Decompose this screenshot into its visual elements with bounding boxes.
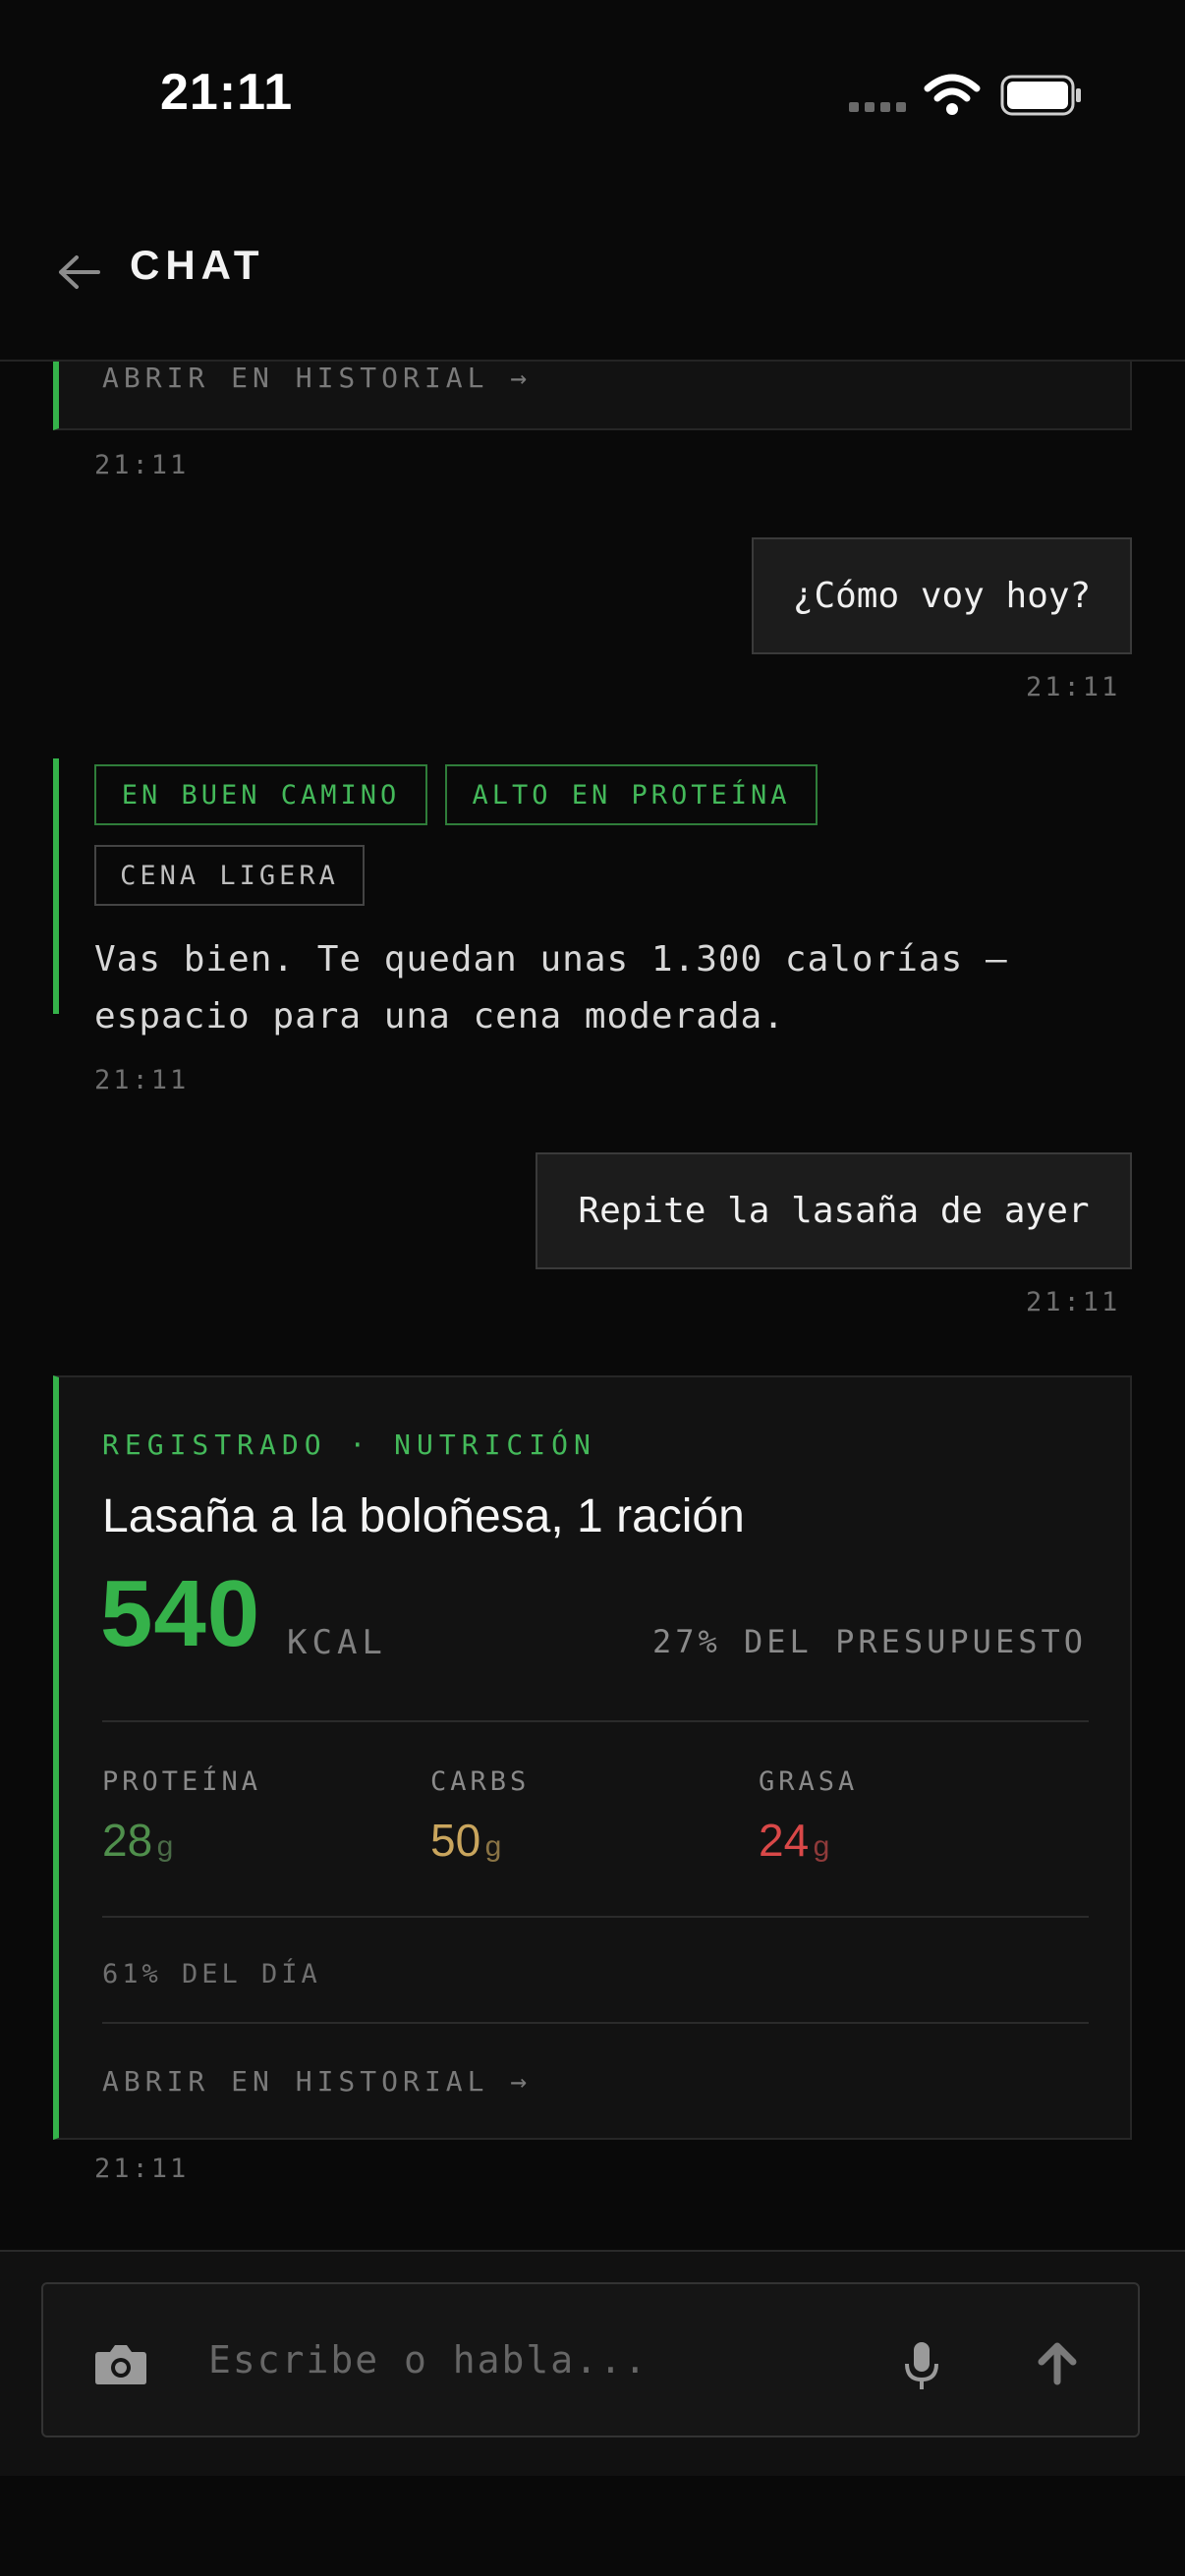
- divider: [102, 1720, 1089, 1722]
- message-time: 21:11: [1026, 672, 1121, 702]
- status-time: 21:11: [160, 64, 294, 121]
- signal-dots-icon: [849, 102, 906, 112]
- card-kicker: REGISTRADO · NUTRICIÓN: [102, 1428, 596, 1461]
- open-history-link[interactable]: ABRIR EN HISTORIAL →: [102, 2065, 532, 2098]
- macro-label-protein: PROTEÍNA: [102, 1766, 262, 1797]
- message-input[interactable]: Escribe o habla...: [208, 2338, 649, 2381]
- macro-value-protein: 28 g: [102, 1815, 174, 1866]
- battery-icon: [1000, 75, 1081, 116]
- message-time: 21:11: [94, 450, 190, 480]
- food-name: Lasaña a la boloñesa, 1 ración: [102, 1490, 745, 1542]
- macro-label-carbs: CARBS: [430, 1766, 531, 1797]
- budget-percent: 27% DEL PRESUPUESTO: [651, 1623, 1087, 1660]
- user-message: ¿Cómo voy hoy?: [752, 537, 1132, 654]
- divider: [102, 2022, 1089, 2024]
- open-history-link[interactable]: ABRIR EN HISTORIAL →: [102, 362, 532, 394]
- assistant-accent-bar: [53, 758, 59, 1014]
- divider: [102, 1916, 1089, 1918]
- tag-high-protein: ALTO EN PROTEÍNA: [445, 764, 818, 825]
- message-time: 21:11: [1026, 1287, 1121, 1317]
- send-arrow-icon[interactable]: [1034, 2340, 1081, 2385]
- page-title: CHAT: [130, 242, 265, 288]
- app-header: 21:11 CHAT: [0, 0, 1185, 362]
- wifi-icon: [924, 74, 981, 115]
- macro-label-fat: GRASA: [759, 1766, 859, 1797]
- nutrition-log-card[interactable]: REGISTRADO · NUTRICIÓN Lasaña a la boloñ…: [53, 1375, 1132, 2140]
- previous-card: ABRIR EN HISTORIAL →: [53, 360, 1132, 430]
- kcal-unit: KCAL: [287, 1623, 387, 1662]
- back-arrow-icon[interactable]: [55, 250, 102, 295]
- tag-on-track: EN BUEN CAMINO: [94, 764, 427, 825]
- chat-thread[interactable]: ABRIR EN HISTORIAL → 21:11 ¿Cómo voy hoy…: [0, 360, 1185, 2250]
- camera-icon[interactable]: [92, 2340, 149, 2387]
- kcal-value: 540: [100, 1561, 261, 1666]
- day-percent: 61% DEL DÍA: [102, 1959, 321, 1989]
- macro-value-carbs: 50 g: [430, 1815, 502, 1866]
- home-indicator-area: [0, 2476, 1185, 2576]
- microphone-icon[interactable]: [902, 2340, 941, 2391]
- macro-value-fat: 24 g: [759, 1815, 830, 1866]
- message-time: 21:11: [94, 1065, 190, 1095]
- tag-light-dinner: CENA LIGERA: [94, 845, 365, 906]
- user-message: Repite la lasaña de ayer: [536, 1152, 1132, 1269]
- assistant-message-text: Vas bien. Te quedan unas 1.300 calorías …: [94, 939, 1008, 1036]
- message-time: 21:11: [94, 2154, 190, 2184]
